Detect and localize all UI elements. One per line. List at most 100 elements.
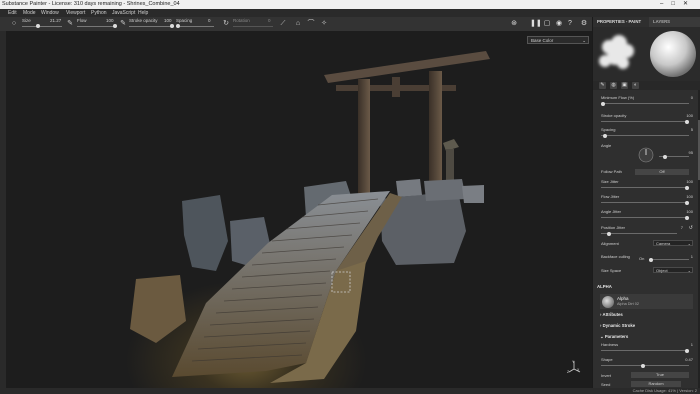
minimize-button[interactable]: –: [660, 1, 671, 7]
angle-knob[interactable]: [663, 154, 667, 159]
size-jitter-slider[interactable]: [601, 185, 689, 190]
stroke-opacity-slider-knob[interactable]: [170, 24, 174, 28]
menu-javascript[interactable]: JavaScript: [112, 9, 135, 17]
hardness-value[interactable]: 1: [691, 342, 693, 347]
stroke-opacity-label: Stroke opacity: [129, 18, 158, 23]
backface-culling-knob[interactable]: [649, 257, 653, 262]
position-jitter-knob[interactable]: [607, 231, 611, 236]
angle-dial[interactable]: [637, 146, 655, 164]
stroke-opacity-value-panel[interactable]: 100: [686, 113, 693, 118]
mirror-icon[interactable]: ⌒: [307, 20, 315, 28]
lazy-mouse-icon[interactable]: ⟋: [279, 20, 287, 28]
hardness-knob[interactable]: [685, 348, 689, 353]
alpha-name: Alpha: [617, 296, 629, 301]
3d-viewport[interactable]: [6, 31, 592, 388]
pointer-icon[interactable]: ✧: [320, 20, 328, 28]
flow-pen-icon[interactable]: ✎: [66, 20, 74, 28]
angle-jitter-slider[interactable]: [601, 215, 689, 220]
section-parameters[interactable]: ⌄ Parameters: [600, 334, 628, 340]
min-flow-knob[interactable]: [601, 101, 605, 106]
size-space-select[interactable]: Object ⌄: [653, 267, 693, 273]
screenshot-icon[interactable]: ◉: [555, 20, 563, 28]
spacing-row: Spacing 5: [601, 127, 697, 132]
angle-jitter-knob[interactable]: [685, 215, 689, 220]
follow-path-toggle[interactable]: Off: [635, 169, 689, 175]
menu-window[interactable]: Window: [41, 9, 59, 17]
size-slider[interactable]: [22, 24, 62, 28]
menu-mode[interactable]: Mode: [23, 9, 36, 17]
backface-culling-slider[interactable]: [649, 257, 689, 262]
pause-icon[interactable]: ❚❚: [530, 20, 542, 28]
alignment-label: Alignment: [601, 241, 619, 246]
shape-slider[interactable]: [601, 363, 689, 368]
stroke-opacity-value[interactable]: 100: [164, 18, 172, 23]
hardness-slider[interactable]: [601, 348, 689, 353]
close-button[interactable]: ✕: [683, 1, 696, 7]
spacing-value-panel[interactable]: 5: [691, 127, 693, 132]
stroke-opacity-knob[interactable]: [685, 119, 689, 124]
flow-jitter-slider[interactable]: [601, 200, 689, 205]
spacing-value[interactable]: 0: [208, 18, 211, 23]
display-settings-icon[interactable]: ⚙: [580, 20, 588, 28]
spacing-slider-panel[interactable]: [601, 133, 689, 138]
opacity-pen-icon[interactable]: ✎: [119, 20, 127, 28]
camera-icon[interactable]: ⊛: [510, 20, 518, 28]
flow-jitter-value[interactable]: 100: [686, 194, 693, 199]
tab-layers[interactable]: LAYERS: [653, 17, 670, 27]
shape-knob[interactable]: [641, 363, 645, 368]
rotation-icon[interactable]: ↻: [222, 20, 230, 28]
size-slider-knob[interactable]: [36, 24, 40, 28]
symmetry-icon[interactable]: ⌂: [294, 20, 302, 28]
rotation-value[interactable]: 0: [268, 18, 271, 23]
brush-icon[interactable]: ✎: [599, 82, 606, 89]
alignment-select[interactable]: Camera ⌄: [653, 240, 693, 246]
alignment-value: Camera: [656, 241, 671, 246]
brush-size-icon[interactable]: ○: [10, 20, 18, 28]
min-flow-value[interactable]: 0: [691, 95, 693, 100]
backface-culling-number[interactable]: 1: [691, 254, 693, 259]
spacing-slider[interactable]: [176, 24, 214, 28]
size-value[interactable]: 21.27: [50, 18, 61, 23]
section-dynamic-stroke[interactable]: › Dynamic Stroke: [600, 323, 635, 328]
menu-viewport[interactable]: Viewport: [66, 9, 85, 17]
angle-value[interactable]: 95: [689, 150, 693, 155]
seed-random-button[interactable]: Random: [631, 381, 681, 387]
invert-toggle[interactable]: True: [631, 372, 689, 378]
menu-python[interactable]: Python: [91, 9, 107, 17]
min-flow-slider[interactable]: [601, 101, 689, 106]
size-jitter-value[interactable]: 100: [686, 179, 693, 184]
scene-render: [130, 51, 490, 383]
flow-value[interactable]: 100: [106, 18, 114, 23]
help-icon[interactable]: ?: [566, 20, 574, 28]
invert-label: Invert: [601, 373, 612, 378]
flow-slider-knob[interactable]: [113, 24, 117, 28]
position-jitter-slider[interactable]: [601, 231, 677, 236]
panel-tabs: PROPERTIES - PAINT LAYERS: [593, 17, 700, 27]
rotation-slider[interactable]: [233, 26, 273, 27]
menu-edit[interactable]: Edit: [8, 9, 17, 17]
position-jitter-value[interactable]: 7: [681, 225, 683, 230]
material-icon[interactable]: ◐: [632, 82, 639, 89]
size-jitter-row: Size Jitter 100: [601, 179, 697, 184]
maximize-button[interactable]: □: [671, 1, 683, 7]
menu-help[interactable]: Help: [138, 9, 148, 17]
shape-value[interactable]: 0.47: [685, 357, 693, 362]
flow-slider[interactable]: [77, 24, 117, 28]
stencil-icon[interactable]: ▣: [621, 82, 628, 89]
angle-jitter-value[interactable]: 100: [686, 209, 693, 214]
reset-icon[interactable]: ↺: [689, 225, 693, 231]
spacing-knob[interactable]: [603, 133, 607, 138]
channel-select-value: Base Color: [531, 38, 554, 43]
size-jitter-knob[interactable]: [685, 185, 689, 190]
spacing-slider-knob[interactable]: [176, 24, 180, 28]
stroke-opacity-slider[interactable]: [129, 24, 174, 28]
channel-select[interactable]: Base Color ⌄: [527, 36, 589, 44]
flow-jitter-knob[interactable]: [685, 200, 689, 205]
frame-icon[interactable]: ▢: [543, 20, 551, 28]
section-attributes[interactable]: › Attributes: [600, 312, 623, 317]
stroke-opacity-slider-panel[interactable]: [601, 119, 689, 124]
alpha-icon[interactable]: ◍: [610, 82, 617, 89]
angle-slider[interactable]: [659, 154, 689, 159]
alpha-slot[interactable]: Alpha Alpha Dirt 02: [600, 294, 693, 309]
tab-properties-paint[interactable]: PROPERTIES - PAINT: [593, 17, 649, 27]
